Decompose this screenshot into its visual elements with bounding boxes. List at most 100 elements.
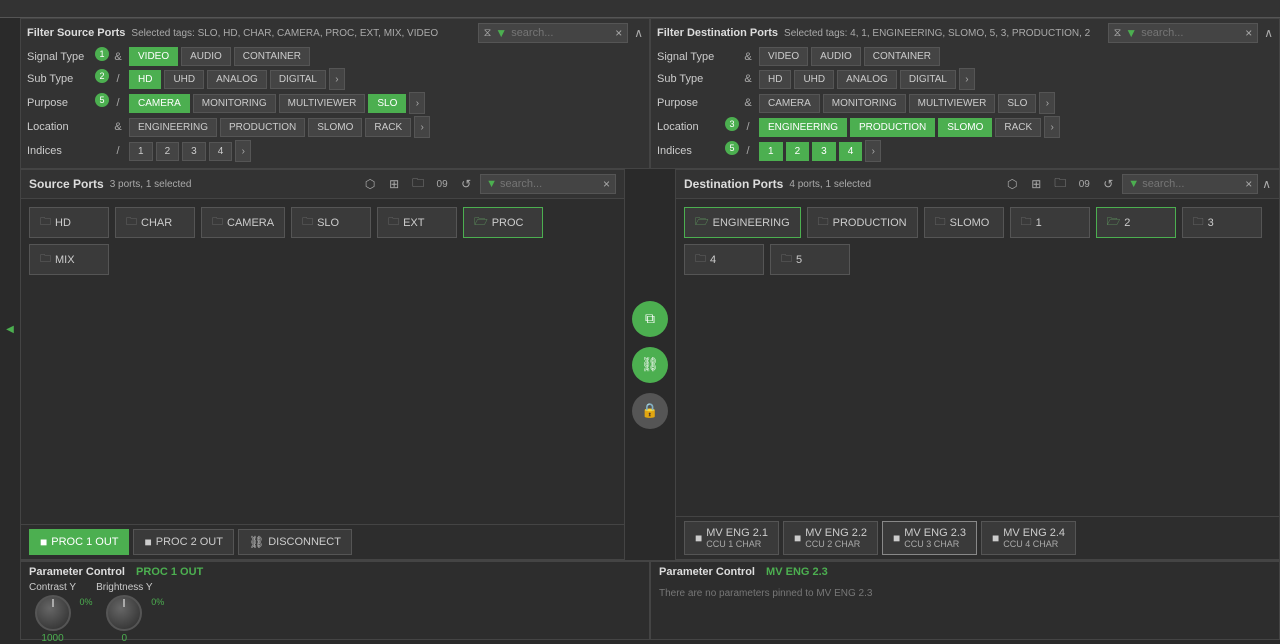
- dest-folder-tool-icon[interactable]: 🗀: [1050, 174, 1070, 194]
- dest-grid-icon[interactable]: ⊞: [1026, 174, 1046, 194]
- brightness-value: 0: [122, 633, 128, 644]
- dest-monitoring-btn[interactable]: MONITORING: [823, 94, 906, 113]
- dest-analog-btn[interactable]: ANALOG: [837, 70, 897, 89]
- source-filter-search-input[interactable]: [511, 27, 611, 39]
- dest-container-btn[interactable]: CONTAINER: [864, 47, 940, 66]
- dest-filter-close-icon[interactable]: ×: [1245, 26, 1252, 40]
- dest-ports-close-icon[interactable]: ×: [1245, 177, 1252, 191]
- source-folder-mix[interactable]: 🗀 MIX: [29, 244, 109, 275]
- source-hd-btn[interactable]: HD: [129, 70, 161, 89]
- dest-ports-search-input[interactable]: [1142, 178, 1242, 190]
- source-engineering-btn[interactable]: ENGINEERING: [129, 118, 217, 137]
- dest-multiviewer-btn[interactable]: MULTIVIEWER: [909, 94, 996, 113]
- dest-idx1-btn[interactable]: 1: [759, 142, 783, 161]
- source-idx3-btn[interactable]: 3: [182, 142, 206, 161]
- dest-folder-engineering[interactable]: 🗁 ENGINEERING: [684, 207, 801, 238]
- source-production-btn[interactable]: PRODUCTION: [220, 118, 305, 137]
- source-disconnect-icon: ⛓: [249, 535, 264, 549]
- dest-mveng24-btn[interactable]: ■ MV ENG 2.4 CCU 4 CHAR: [981, 521, 1076, 555]
- dest-production-btn[interactable]: PRODUCTION: [850, 118, 935, 137]
- dest-indices-label: Indices 5: [657, 145, 737, 157]
- source-proc1-out-btn[interactable]: ■ PROC 1 OUT: [29, 529, 129, 555]
- source-slomo-btn[interactable]: SLOMO: [308, 118, 362, 137]
- copy-connector-btn[interactable]: ⧉: [632, 301, 668, 337]
- dest-audio-btn[interactable]: AUDIO: [811, 47, 861, 66]
- dest-rack-btn[interactable]: RACK: [995, 118, 1041, 137]
- dest-refresh-icon[interactable]: ↺: [1098, 174, 1118, 194]
- dest-camera-btn[interactable]: CAMERA: [759, 94, 820, 113]
- dest-num-icon[interactable]: 09: [1074, 174, 1094, 194]
- source-multiviewer-btn[interactable]: MULTIVIEWER: [279, 94, 366, 113]
- dest-mveng23-btn[interactable]: ■ MV ENG 2.3 CCU 3 CHAR: [882, 521, 977, 555]
- dest-filter-collapse-btn[interactable]: ∧: [1264, 26, 1273, 40]
- dest-folder-slomo[interactable]: 🗀 SLOMO: [924, 207, 1004, 238]
- source-audio-btn[interactable]: AUDIO: [181, 47, 231, 66]
- dest-purpose-scroll[interactable]: ›: [1039, 92, 1055, 114]
- dest-hd-btn[interactable]: HD: [759, 70, 791, 89]
- source-rack-btn[interactable]: RACK: [365, 118, 411, 137]
- source-ports-close-icon[interactable]: ×: [603, 177, 610, 191]
- dest-ports-collapse-btn[interactable]: ∧: [1262, 177, 1271, 191]
- dest-filter-search-input[interactable]: [1141, 27, 1241, 39]
- source-cube-icon[interactable]: ⬡: [360, 174, 380, 194]
- source-subtype-scroll[interactable]: ›: [329, 68, 345, 90]
- source-container-btn[interactable]: CONTAINER: [234, 47, 310, 66]
- link-connector-btn[interactable]: ⛓: [632, 347, 668, 383]
- source-grid-icon[interactable]: ⊞: [384, 174, 404, 194]
- source-folder-hd[interactable]: 🗀 HD: [29, 207, 109, 238]
- source-folder-ext[interactable]: 🗀 EXT: [377, 207, 457, 238]
- dest-location-scroll[interactable]: ›: [1044, 116, 1060, 138]
- source-folder-proc[interactable]: 🗁 PROC: [463, 207, 543, 238]
- dest-folder-1[interactable]: 🗀 1: [1010, 207, 1090, 238]
- dest-folder-3[interactable]: 🗀 3: [1182, 207, 1262, 238]
- source-monitoring-btn[interactable]: MONITORING: [193, 94, 276, 113]
- source-slo-btn[interactable]: SLO: [368, 94, 406, 113]
- source-proc2-out-btn[interactable]: ■ PROC 2 OUT: [133, 529, 233, 555]
- dest-folder-2[interactable]: 🗁 2: [1096, 207, 1176, 238]
- chain-icon: ⛓: [641, 356, 659, 373]
- dest-slomo-btn[interactable]: SLOMO: [938, 118, 992, 137]
- source-idx4-btn[interactable]: 4: [209, 142, 233, 161]
- lock-connector-btn[interactable]: 🔒: [632, 393, 668, 429]
- source-video-btn[interactable]: VIDEO: [129, 47, 178, 66]
- dest-mveng21-btn[interactable]: ■ MV ENG 2.1 CCU 1 CHAR: [684, 521, 779, 555]
- dest-folder-production[interactable]: 🗀 PRODUCTION: [807, 207, 918, 238]
- source-filter-collapse-btn[interactable]: ∧: [634, 26, 643, 40]
- source-filter-close-icon[interactable]: ×: [615, 26, 622, 40]
- dest-mveng22-btn[interactable]: ■ MV ENG 2.2 CCU 2 CHAR: [783, 521, 878, 555]
- source-idx2-btn[interactable]: 2: [156, 142, 180, 161]
- source-param-title: Parameter Control PROC 1 OUT: [29, 566, 641, 578]
- dest-uhd-btn[interactable]: UHD: [794, 70, 834, 89]
- dest-folder-4[interactable]: 🗀 4: [684, 244, 764, 275]
- contrast-knob[interactable]: [35, 595, 71, 631]
- source-analog-btn[interactable]: ANALOG: [207, 70, 267, 89]
- source-refresh-icon[interactable]: ↺: [456, 174, 476, 194]
- dest-engineering-btn[interactable]: ENGINEERING: [759, 118, 847, 137]
- source-folder-char[interactable]: 🗀 CHAR: [115, 207, 195, 238]
- side-arrow: ◀: [6, 324, 14, 335]
- source-idx1-btn[interactable]: 1: [129, 142, 153, 161]
- dest-idx4-btn[interactable]: 4: [839, 142, 863, 161]
- dest-idx3-btn[interactable]: 3: [812, 142, 836, 161]
- source-uhd-btn[interactable]: UHD: [164, 70, 204, 89]
- dest-indices-scroll[interactable]: ›: [865, 140, 881, 162]
- brightness-knob[interactable]: [106, 595, 142, 631]
- dest-folder-5[interactable]: 🗀 5: [770, 244, 850, 275]
- dest-subtype-scroll[interactable]: ›: [959, 68, 975, 90]
- source-folder-slo[interactable]: 🗀 SLO: [291, 207, 371, 238]
- source-digital-btn[interactable]: DIGITAL: [270, 70, 326, 89]
- source-purpose-scroll[interactable]: ›: [409, 92, 425, 114]
- dest-video-btn[interactable]: VIDEO: [759, 47, 808, 66]
- source-folder-camera[interactable]: 🗀 CAMERA: [201, 207, 285, 238]
- source-disconnect-btn[interactable]: ⛓ DISCONNECT: [238, 529, 352, 555]
- dest-idx2-btn[interactable]: 2: [786, 142, 810, 161]
- source-location-scroll[interactable]: ›: [414, 116, 430, 138]
- source-indices-scroll[interactable]: ›: [235, 140, 251, 162]
- source-folder-tool-icon[interactable]: 🗀: [408, 174, 428, 194]
- source-camera-btn[interactable]: CAMERA: [129, 94, 190, 113]
- source-num-icon[interactable]: 09: [432, 174, 452, 194]
- source-ports-search-input[interactable]: [500, 178, 600, 190]
- dest-digital-btn[interactable]: DIGITAL: [900, 70, 956, 89]
- dest-cube-icon[interactable]: ⬡: [1002, 174, 1022, 194]
- dest-slo-btn[interactable]: SLO: [998, 94, 1036, 113]
